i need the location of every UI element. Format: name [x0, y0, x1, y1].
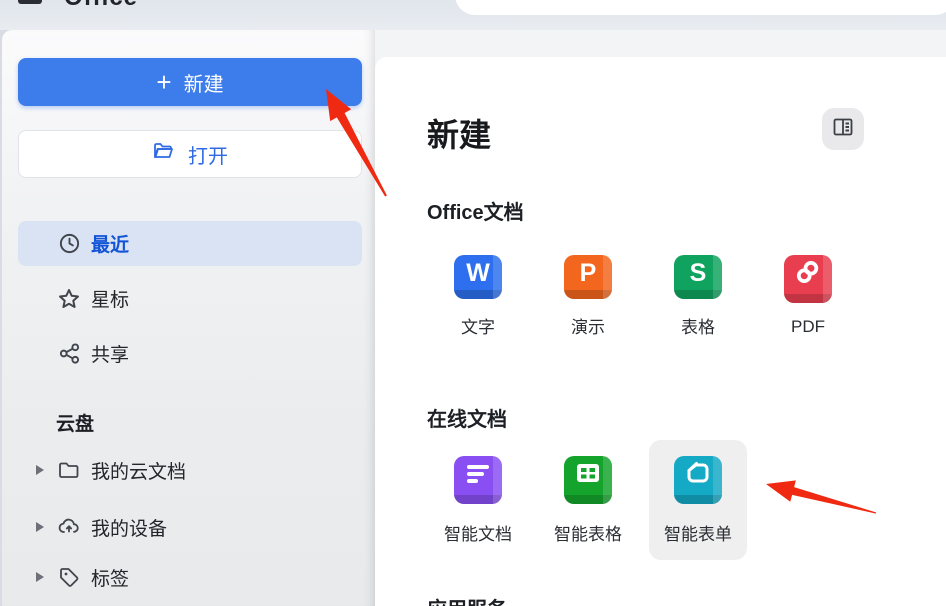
folder-open-icon: [152, 139, 188, 169]
tile-writer[interactable]: W 文字: [429, 243, 527, 338]
sidebar-item-label: 我的云文档: [91, 457, 186, 484]
caret-right-icon[interactable]: [36, 522, 49, 532]
presentation-icon: P: [564, 255, 612, 299]
app-title: Office: [64, 0, 138, 13]
cloud-upload-icon: [57, 515, 81, 539]
smart-doc-icon-glyph: [464, 459, 492, 494]
new-button[interactable]: + 新建: [18, 58, 362, 106]
tile-label: 智能文档: [444, 520, 512, 545]
tile-presentation[interactable]: P 演示: [539, 243, 637, 338]
sidebar-item-recent[interactable]: 最近: [18, 221, 362, 266]
open-button-label: 打开: [188, 140, 228, 169]
tile-label: 文字: [461, 313, 495, 338]
sidebar-item-shared[interactable]: 共享: [18, 331, 362, 376]
share-icon: [57, 342, 81, 366]
section-heading-online-docs: 在线文档: [427, 403, 507, 432]
sidebar-item-my-devices[interactable]: 我的设备: [18, 505, 362, 549]
sidebar-item-tags[interactable]: 标签: [18, 555, 362, 599]
tile-label: 智能表单: [664, 520, 732, 545]
page-title: 新建: [427, 110, 491, 156]
open-button[interactable]: 打开: [18, 130, 362, 178]
tile-label: 演示: [571, 313, 605, 338]
tile-smart-doc[interactable]: 智能文档: [429, 440, 527, 560]
spreadsheet-icon-letter: S: [690, 259, 707, 288]
tile-label: PDF: [791, 317, 825, 337]
sidebar-item-label: 星标: [91, 285, 129, 312]
sidebar-item-label: 标签: [91, 564, 129, 591]
smart-form-icon-glyph: [684, 459, 712, 494]
presentation-icon-letter: P: [580, 259, 597, 288]
smart-sheet-icon-glyph: [574, 459, 602, 494]
tag-icon: [57, 565, 81, 589]
smart-form-icon: [674, 456, 722, 504]
tile-label: 智能表格: [554, 520, 622, 545]
split-view-icon: [831, 115, 855, 144]
caret-right-icon[interactable]: [36, 465, 49, 475]
writer-icon-letter: W: [466, 259, 490, 288]
online-docs-row: 智能文档 智能表格: [429, 440, 747, 560]
smart-doc-icon: [454, 456, 502, 504]
tile-spreadsheet[interactable]: S 表格: [649, 243, 747, 338]
new-document-panel: 新建 Office文档 W 文字 P 演: [375, 57, 946, 606]
pdf-icon-glyph: [793, 257, 823, 294]
plus-icon: +: [156, 69, 171, 95]
sidebar-item-label: 我的设备: [91, 514, 167, 541]
section-heading-office-docs: Office文档: [427, 196, 524, 225]
sidebar-item-starred[interactable]: 星标: [18, 276, 362, 321]
new-button-label: 新建: [184, 68, 224, 97]
pdf-icon: [784, 255, 832, 303]
tile-label: 表格: [681, 313, 715, 338]
layout-toggle-button[interactable]: [822, 108, 864, 150]
smart-sheet-icon: [564, 456, 612, 504]
folder-icon: [57, 458, 81, 482]
sidebar-item-label: 最近: [91, 230, 129, 257]
top-bar: Office: [0, 0, 946, 30]
tile-smart-sheet[interactable]: 智能表格: [539, 440, 637, 560]
cloud-section-title: 云盘: [56, 409, 94, 436]
writer-icon: W: [454, 255, 502, 299]
app-logo-icon: [18, 0, 42, 4]
sidebar-item-my-cloud-docs[interactable]: 我的云文档: [18, 448, 362, 492]
spreadsheet-icon: S: [674, 255, 722, 299]
main-area: 新建 Office文档 W 文字 P 演: [375, 30, 946, 606]
section-heading-app-services: 应用服务: [427, 593, 507, 606]
tile-pdf[interactable]: PDF: [759, 243, 857, 338]
sidebar: + 新建 打开 最近 星标: [2, 30, 375, 606]
star-icon: [57, 287, 81, 311]
search-input[interactable]: [455, 0, 946, 15]
tile-smart-form[interactable]: 智能表单: [649, 440, 747, 560]
office-docs-row: W 文字 P 演示 S 表格: [429, 243, 857, 338]
caret-right-icon[interactable]: [36, 572, 49, 582]
clock-icon: [57, 232, 81, 256]
sidebar-item-label: 共享: [91, 340, 129, 367]
